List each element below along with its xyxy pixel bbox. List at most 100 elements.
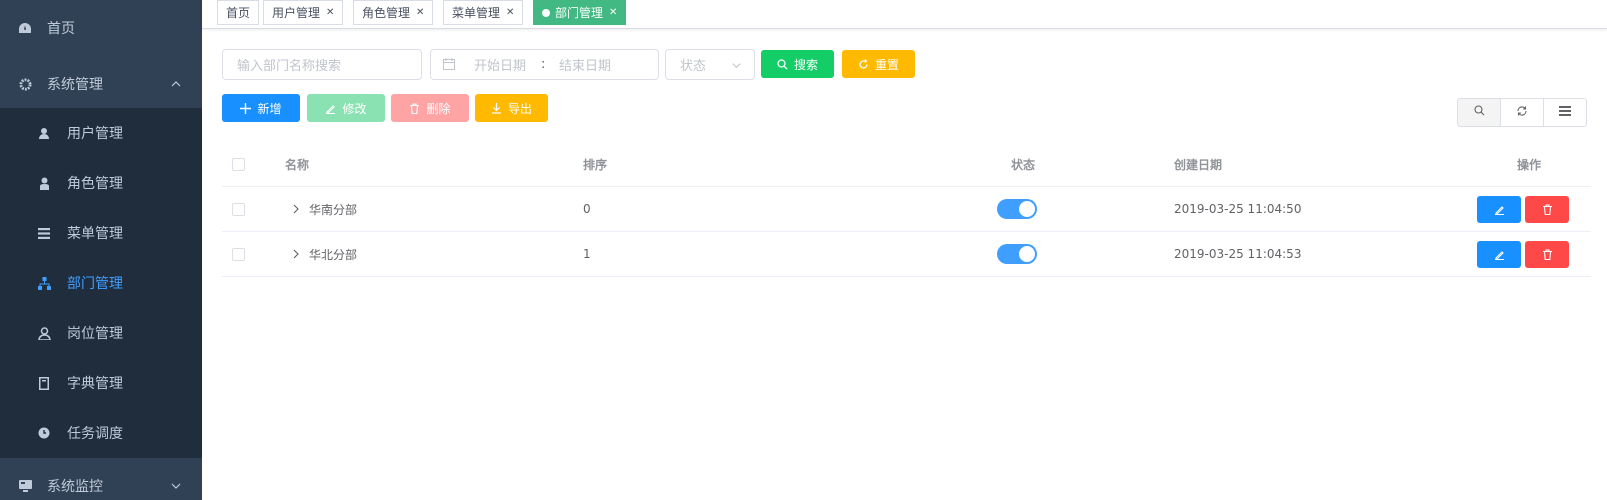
refresh-icon (1516, 105, 1528, 121)
sidebar-item-label: 岗位管理 (67, 326, 123, 342)
dept-name: 华北分部 (309, 247, 358, 262)
toggle-search-button[interactable] (1457, 98, 1501, 127)
columns-button[interactable] (1543, 98, 1587, 127)
row-edit-button[interactable] (1477, 232, 1521, 276)
menu-monitor-label: 系统监控 (47, 479, 103, 495)
menu-system[interactable]: 系统管理 (0, 56, 202, 112)
system-submenu: 用户管理 角色管理 菜单管理 部门管理 岗位管理 字典管理 任务调度 (0, 108, 202, 458)
tag-role[interactable]: 角色管理 ✕ (353, 0, 434, 25)
sidebar-item-label: 用户管理 (67, 126, 123, 142)
delete-button[interactable]: 删除 (391, 94, 469, 122)
post-icon (37, 326, 51, 340)
dashboard-icon (18, 21, 32, 35)
sidebar-item-post[interactable]: 岗位管理 (0, 308, 202, 358)
tag-label: 首页 (226, 6, 251, 20)
right-toolbar (1457, 98, 1591, 127)
calendar-icon (443, 58, 455, 74)
sidebar-item-dept[interactable]: 部门管理 (0, 258, 202, 308)
status-select[interactable]: 状态 (665, 49, 755, 80)
row-delete-button[interactable] (1525, 187, 1569, 231)
status-switch[interactable] (997, 232, 1037, 276)
dept-sort: 0 (583, 202, 591, 216)
close-icon[interactable]: ✕ (609, 7, 617, 18)
export-button[interactable]: 导出 (475, 94, 548, 122)
active-dot-icon (542, 8, 550, 17)
tag-menu[interactable]: 菜单管理 ✕ (443, 0, 524, 25)
start-date-input[interactable]: 开始日期 (474, 55, 526, 74)
status-placeholder: 状态 (680, 59, 707, 74)
monitor-icon (18, 479, 32, 493)
table-row: 华北分部 1 2019-03-25 11:04:53 (222, 232, 1591, 277)
search-button-label: 搜索 (793, 57, 818, 72)
date-range-picker[interactable]: 开始日期 : 结束日期 (430, 49, 659, 80)
expand-icon[interactable] (292, 187, 300, 231)
refresh-icon (858, 58, 869, 70)
add-button-label: 新增 (257, 101, 282, 116)
close-icon[interactable]: ✕ (416, 7, 424, 18)
tag-dept[interactable]: 部门管理 ✕ (533, 0, 627, 25)
row-checkbox[interactable] (232, 232, 245, 276)
sidebar-item-dict[interactable]: 字典管理 (0, 358, 202, 408)
sidebar-item-menu[interactable]: 菜单管理 (0, 208, 202, 258)
chevron-down-icon (731, 60, 742, 75)
export-button-label: 导出 (507, 101, 532, 116)
range-separator: : (541, 57, 546, 72)
created-date: 2019-03-25 11:04:53 (1174, 247, 1302, 261)
trash-icon (1525, 240, 1569, 268)
table-row: 华南分部 0 2019-03-25 11:04:50 (222, 187, 1591, 232)
tag-label: 角色管理 (362, 6, 411, 20)
tree-icon (37, 276, 51, 290)
tag-label: 菜单管理 (452, 6, 501, 20)
download-icon (491, 102, 502, 114)
header-sort: 排序 (583, 158, 608, 172)
plus-icon (240, 102, 252, 114)
menu-home[interactable]: 首页 (0, 0, 202, 56)
row-edit-button[interactable] (1477, 187, 1521, 231)
created-date: 2019-03-25 11:04:50 (1174, 202, 1302, 216)
row-checkbox[interactable] (232, 187, 245, 231)
menu-icon (1559, 105, 1571, 120)
edit-button[interactable]: 修改 (307, 94, 385, 122)
sidebar-item-label: 角色管理 (67, 176, 123, 192)
tag-label: 用户管理 (272, 6, 321, 20)
tag-home[interactable]: 首页 (217, 0, 260, 25)
user-icon (37, 126, 51, 140)
reset-button[interactable]: 重置 (842, 50, 915, 78)
header-actions: 操作 (1517, 158, 1542, 172)
sidebar-item-label: 菜单管理 (67, 226, 123, 242)
sidebar-item-role[interactable]: 角色管理 (0, 158, 202, 208)
tag-user[interactable]: 用户管理 ✕ (263, 0, 344, 25)
edit-icon (1477, 240, 1521, 268)
sidebar-item-label: 部门管理 (67, 276, 123, 292)
sidebar-item-job[interactable]: 任务调度 (0, 408, 202, 458)
search-button[interactable]: 搜索 (761, 50, 834, 78)
header-created: 创建日期 (1174, 158, 1223, 172)
menu-monitor[interactable]: 系统监控 (0, 458, 202, 500)
end-date-input[interactable]: 结束日期 (559, 55, 611, 74)
search-icon (1473, 105, 1485, 120)
menu-system-label: 系统管理 (47, 77, 103, 93)
select-all-checkbox[interactable] (232, 143, 245, 186)
edit-button-label: 修改 (342, 101, 367, 116)
sidebar: 首页 系统管理 用户管理 角色管理 菜单管理 部门管理 岗位管理 字典管理 任务… (0, 0, 202, 500)
sidebar-item-label: 字典管理 (67, 376, 123, 392)
status-switch[interactable] (997, 187, 1037, 231)
row-delete-button[interactable] (1525, 232, 1569, 276)
sidebar-item-label: 任务调度 (67, 426, 123, 442)
table-header: 名称 排序 状态 创建日期 操作 (222, 143, 1591, 187)
timer-icon (37, 426, 51, 440)
close-icon[interactable]: ✕ (326, 7, 334, 18)
expand-icon[interactable] (292, 232, 300, 276)
header-status: 状态 (1011, 158, 1036, 172)
reset-button-label: 重置 (874, 57, 899, 72)
add-button[interactable]: 新增 (222, 94, 300, 122)
menu-home-label: 首页 (47, 21, 75, 37)
sidebar-item-user[interactable]: 用户管理 (0, 108, 202, 158)
dict-icon (37, 376, 51, 390)
dept-name-search-input[interactable]: 输入部门名称搜索 (222, 49, 422, 80)
chevron-up-icon (170, 78, 182, 90)
header-name: 名称 (285, 158, 310, 172)
close-icon[interactable]: ✕ (506, 7, 514, 18)
dept-sort: 1 (583, 247, 591, 261)
refresh-button[interactable] (1500, 98, 1544, 127)
